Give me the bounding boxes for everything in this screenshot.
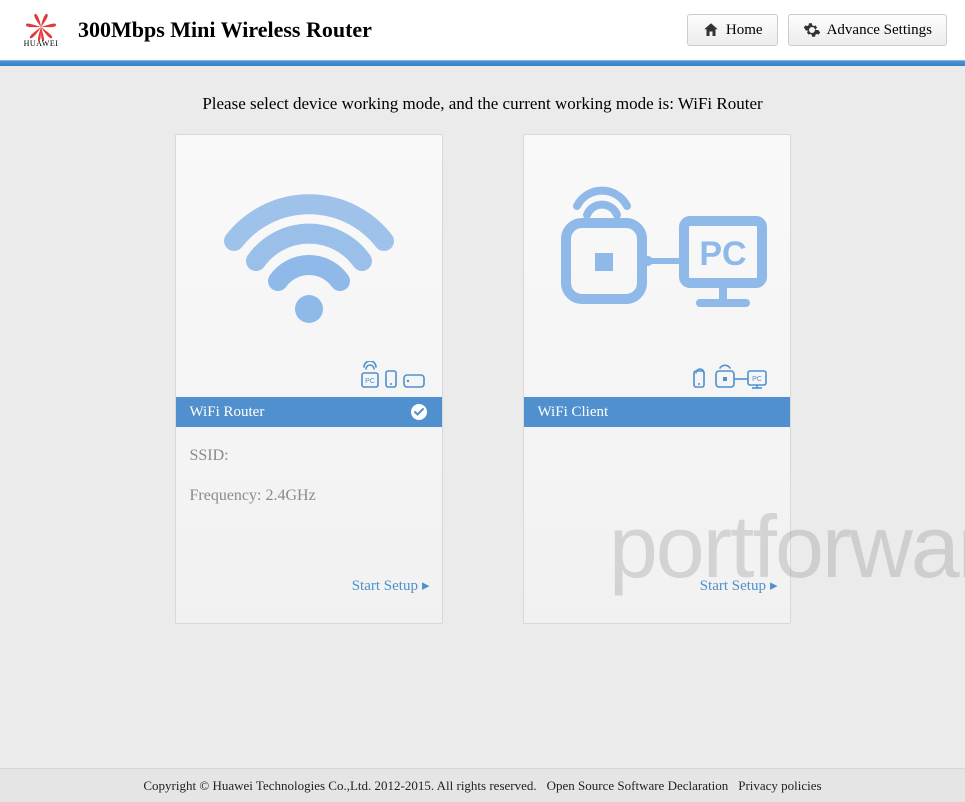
wifi-icon bbox=[224, 161, 394, 331]
home-icon bbox=[702, 21, 720, 39]
router-band: WiFi Router bbox=[176, 397, 442, 427]
home-label: Home bbox=[726, 22, 763, 39]
router-footer: Start Setup▸ bbox=[176, 576, 442, 623]
brand-logo: HUAWEI bbox=[18, 13, 64, 48]
privacy-link[interactable]: Privacy policies bbox=[738, 778, 821, 794]
router-band-label: WiFi Router bbox=[190, 404, 265, 421]
client-band: WiFi Client bbox=[524, 397, 790, 427]
home-button[interactable]: Home bbox=[687, 14, 778, 46]
client-mini-icons: PC bbox=[524, 357, 790, 397]
chevron-right-icon: ▸ bbox=[770, 576, 778, 595]
copyright-text: Copyright © Huawei Technologies Co.,Ltd.… bbox=[143, 778, 536, 794]
client-start-setup-link[interactable]: Start Setup▸ bbox=[700, 578, 778, 594]
mode-cards: PC WiFi Router SSID: bbox=[0, 134, 965, 624]
svg-text:PC: PC bbox=[752, 376, 762, 383]
card-wifi-client[interactable]: PC PC bbox=[523, 134, 791, 624]
gear-icon bbox=[803, 21, 821, 39]
router-start-setup-link[interactable]: Start Setup▸ bbox=[352, 578, 430, 594]
client-body bbox=[524, 427, 790, 576]
wifi-client-illustration: PC bbox=[524, 135, 790, 357]
advance-label: Advance Settings bbox=[827, 22, 932, 39]
frequency-row: Frequency: 2.4GHz bbox=[190, 487, 428, 505]
svg-text:PC: PC bbox=[699, 235, 746, 273]
brand-text: HUAWEI bbox=[24, 39, 59, 48]
advance-settings-button[interactable]: Advance Settings bbox=[788, 14, 947, 46]
devices-mini-icon: PC bbox=[358, 361, 428, 391]
main: Please select device working mode, and t… bbox=[0, 66, 965, 768]
svg-text:PC: PC bbox=[365, 378, 375, 385]
router-start-label: Start Setup bbox=[352, 578, 418, 594]
client-start-label: Start Setup bbox=[700, 578, 766, 594]
mode-prompt: Please select device working mode, and t… bbox=[0, 66, 965, 134]
footer: Copyright © Huawei Technologies Co.,Ltd.… bbox=[0, 768, 965, 802]
header: HUAWEI 300Mbps Mini Wireless Router Home… bbox=[0, 0, 965, 60]
card-wifi-router[interactable]: PC WiFi Router SSID: bbox=[175, 134, 443, 624]
router-body: SSID: Frequency: 2.4GHz bbox=[176, 427, 442, 576]
ssid-label: SSID: bbox=[190, 447, 229, 464]
ssid-row: SSID: bbox=[190, 447, 428, 465]
page-title: 300Mbps Mini Wireless Router bbox=[78, 17, 372, 43]
router-mini-icons: PC bbox=[176, 357, 442, 397]
wifi-router-illustration bbox=[176, 135, 442, 357]
client-footer: Start Setup▸ bbox=[524, 576, 790, 623]
client-band-label: WiFi Client bbox=[538, 404, 609, 421]
check-circle-icon bbox=[410, 403, 428, 421]
client-icon: PC bbox=[542, 161, 772, 331]
huawei-petal-icon bbox=[21, 13, 61, 41]
chevron-right-icon: ▸ bbox=[422, 576, 430, 595]
oss-link[interactable]: Open Source Software Declaration bbox=[547, 778, 729, 794]
client-mini-icon: PC bbox=[692, 361, 776, 391]
